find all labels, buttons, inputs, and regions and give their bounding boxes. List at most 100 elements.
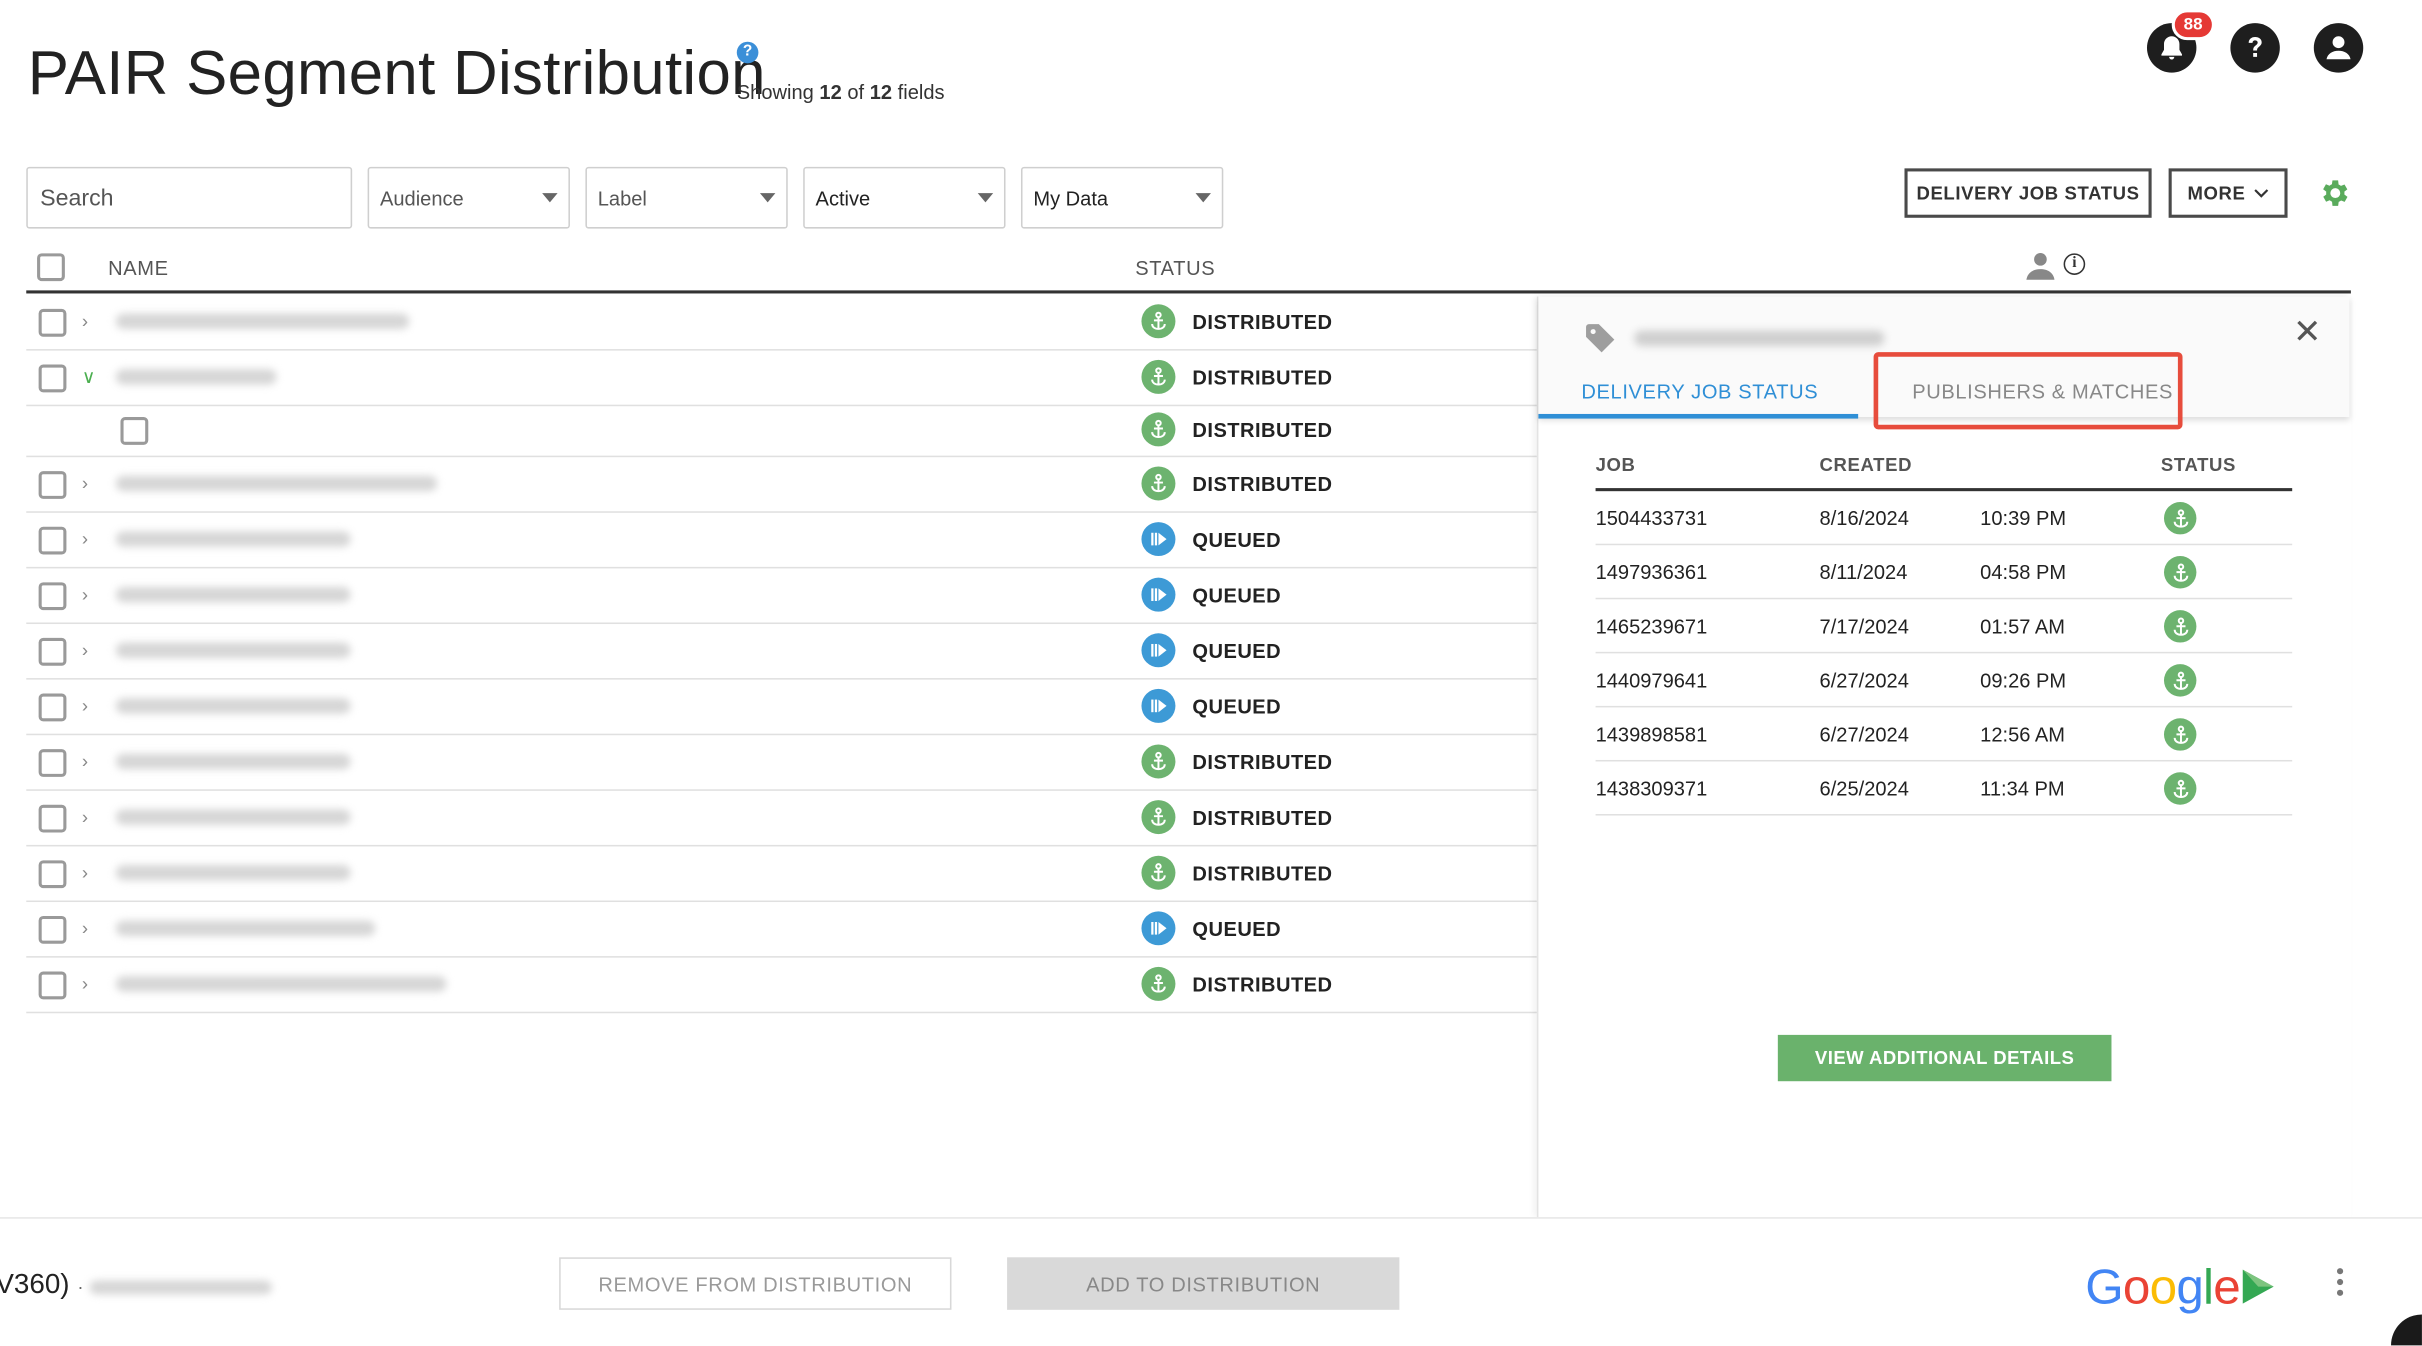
view-additional-details-button[interactable]: VIEW ADDITIONAL DETAILS: [1777, 1034, 2112, 1082]
job-date: 6/27/2024: [1819, 722, 1909, 747]
row-checkbox[interactable]: [38, 915, 67, 944]
status-text: QUEUED: [1192, 694, 1282, 718]
status-text: DISTRIBUTED: [1192, 972, 1333, 996]
status-text: QUEUED: [1192, 916, 1282, 940]
segment-row[interactable]: › QUEUED: [26, 513, 1537, 569]
help-tooltip-icon[interactable]: ?: [736, 41, 759, 64]
audience-dropdown[interactable]: Audience: [367, 166, 570, 229]
row-checkbox[interactable]: [38, 308, 67, 337]
status-column-header[interactable]: STATUS: [1135, 256, 1215, 279]
job-table: JOB CREATED STATUS 1504433731 8/16/2024 10…: [1595, 451, 2293, 816]
gear-icon[interactable]: [2317, 176, 2351, 210]
status-text: DISTRIBUTED: [1192, 861, 1333, 885]
chevron-right-icon[interactable]: ›: [82, 310, 88, 332]
active-dropdown[interactable]: Active: [803, 166, 1006, 229]
kebab-menu-icon[interactable]: [2336, 1268, 2344, 1296]
question-icon[interactable]: [2230, 23, 2280, 73]
row-checkbox[interactable]: [38, 582, 67, 611]
delivery-job-status-button[interactable]: DELIVERY JOB STATUS: [1904, 168, 2152, 218]
distributed-status-icon: [2163, 610, 2197, 643]
notification-badge: 88: [2171, 9, 2215, 41]
segment-row[interactable]: › QUEUED: [26, 624, 1537, 680]
segment-row[interactable]: › DISTRIBUTED: [26, 846, 1537, 903]
child-row[interactable]: DISTRIBUTED: [26, 406, 1537, 458]
chevron-right-icon[interactable]: ›: [82, 917, 88, 939]
more-button[interactable]: MORE: [2168, 168, 2288, 218]
row-checkbox[interactable]: [120, 417, 149, 445]
distributed-status-icon: [2163, 718, 2197, 751]
job-row[interactable]: 1438309371 6/25/2024 11:34 PM: [1595, 761, 2293, 816]
redacted-segment-name: [115, 920, 376, 937]
chevron-right-icon[interactable]: ›: [82, 584, 88, 606]
name-column-header[interactable]: NAME: [108, 256, 169, 279]
queued-status-icon: [1141, 522, 1176, 557]
info-icon[interactable]: i: [2063, 253, 2086, 275]
distributed-status-icon: [1141, 412, 1176, 447]
segment-row[interactable]: › DISTRIBUTED: [26, 791, 1537, 847]
job-id: 1439898581: [1595, 722, 1708, 747]
segment-row[interactable]: ∨ DISTRIBUTED: [26, 351, 1537, 407]
status-text: DISTRIBUTED: [1192, 365, 1333, 389]
user-icon[interactable]: [2313, 23, 2364, 73]
select-all-checkbox[interactable]: [37, 253, 65, 282]
job-row[interactable]: 1497936361 8/11/2024 04:58 PM: [1595, 545, 2293, 600]
chevron-down-icon[interactable]: ∨: [82, 366, 96, 388]
row-checkbox[interactable]: [38, 860, 67, 889]
segment-row[interactable]: › QUEUED: [26, 680, 1537, 736]
label-dropdown[interactable]: Label: [585, 166, 788, 229]
chevron-right-icon[interactable]: ›: [82, 639, 88, 661]
add-to-distribution-button[interactable]: ADD TO DISTRIBUTION: [1007, 1257, 1400, 1310]
redacted-footer-text: [89, 1280, 272, 1295]
job-id: 1497936361: [1595, 560, 1708, 584]
job-row[interactable]: 1465239671 7/17/2024 01:57 AM: [1595, 599, 2293, 654]
row-checkbox[interactable]: [38, 637, 67, 666]
page-title: PAIR Segment Distribution: [27, 40, 766, 109]
queued-status-icon: [1141, 688, 1176, 723]
close-icon[interactable]: ✕: [2293, 312, 2321, 352]
segment-row[interactable]: › QUEUED: [26, 902, 1537, 958]
distributed-status-icon: [1141, 800, 1176, 835]
segment-row[interactable]: › DISTRIBUTED: [26, 295, 1537, 351]
status-cell: QUEUED: [1141, 688, 1282, 723]
chevron-right-icon[interactable]: ›: [82, 973, 88, 995]
chevron-right-icon[interactable]: ›: [82, 473, 88, 495]
distributed-status-icon: [1141, 359, 1176, 394]
segment-row[interactable]: › DISTRIBUTED: [26, 958, 1537, 1014]
chevron-right-icon[interactable]: ›: [82, 528, 88, 550]
row-checkbox[interactable]: [38, 749, 67, 777]
search-input[interactable]: [26, 166, 353, 229]
redacted-segment-name: [115, 809, 351, 825]
tab-delivery-job-status[interactable]: DELIVERY JOB STATUS: [1538, 380, 1859, 419]
segment-row[interactable]: › QUEUED: [26, 568, 1537, 625]
status-text: DISTRIBUTED: [1192, 749, 1333, 774]
job-row[interactable]: 1440979641 6/27/2024 09:26 PM: [1595, 653, 2293, 708]
status-text: DISTRIBUTED: [1192, 309, 1333, 333]
job-rows: 1504433731 8/16/2024 10:39 PM 1497936361 8/1…: [1595, 491, 2293, 816]
status-cell: DISTRIBUTED: [1141, 359, 1333, 394]
status-text: QUEUED: [1192, 527, 1282, 551]
my-data-dropdown[interactable]: My Data: [1020, 166, 1224, 229]
job-row[interactable]: 1439898581 6/27/2024 12:56 AM: [1595, 707, 2293, 762]
distributed-status-icon: [2163, 664, 2197, 697]
detail-panel: ✕ DELIVERY JOB STATUS PUBLISHERS & MATCH…: [1536, 296, 2351, 1218]
remove-from-distribution-button[interactable]: REMOVE FROM DISTRIBUTION: [559, 1257, 952, 1310]
chevron-right-icon[interactable]: ›: [82, 862, 88, 884]
row-checkbox[interactable]: [38, 804, 67, 833]
segment-row[interactable]: › DISTRIBUTED: [26, 457, 1537, 513]
row-checkbox[interactable]: [38, 471, 67, 499]
chevron-right-icon[interactable]: ›: [82, 695, 88, 717]
bell-icon[interactable]: 88: [2146, 9, 2215, 73]
panel-header: ✕ DELIVERY JOB STATUS PUBLISHERS & MATCH…: [1538, 296, 2350, 430]
chevron-right-icon[interactable]: ›: [82, 751, 88, 773]
job-row[interactable]: 1504433731 8/16/2024 10:39 PM: [1595, 491, 2293, 546]
play-triangle-icon: [2242, 1269, 2274, 1304]
row-checkbox[interactable]: [38, 971, 67, 1000]
row-checkbox[interactable]: [38, 693, 67, 722]
status-cell: DISTRIBUTED: [1141, 966, 1333, 1001]
segment-row[interactable]: › DISTRIBUTED: [26, 735, 1537, 791]
distributed-status-icon: [2163, 556, 2197, 589]
row-checkbox[interactable]: [38, 364, 67, 393]
chevron-right-icon[interactable]: ›: [82, 806, 88, 828]
status-cell: QUEUED: [1141, 522, 1282, 557]
row-checkbox[interactable]: [38, 526, 67, 555]
